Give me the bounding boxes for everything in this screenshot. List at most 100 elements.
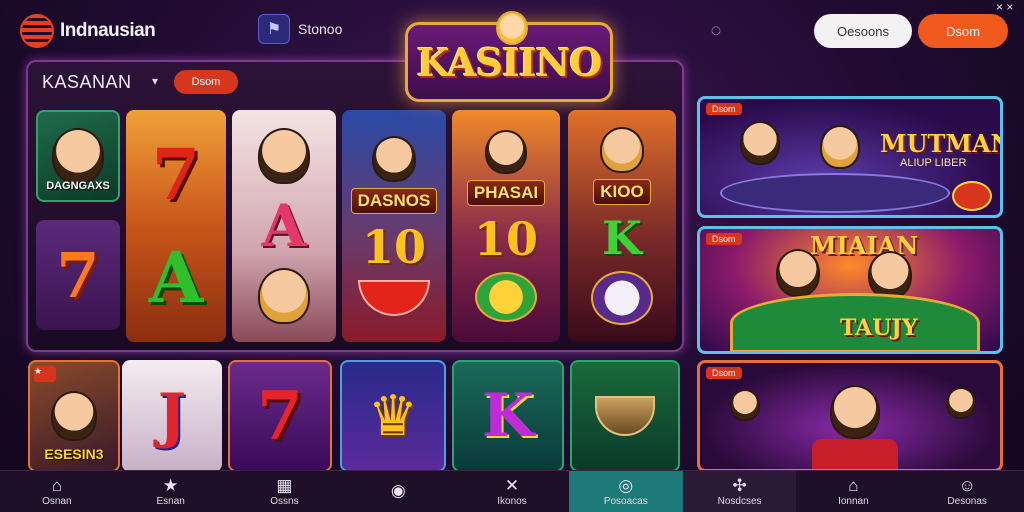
- reel-label: KIOO: [593, 179, 651, 205]
- reel-label: PHASAI: [466, 180, 546, 206]
- nav-item-support[interactable]: ☺ Desonas: [910, 471, 1024, 512]
- game-tile[interactable]: DAGNGAXS: [36, 110, 120, 202]
- store-label: Stonoo: [298, 21, 343, 37]
- chat-icon: ☺: [958, 475, 976, 495]
- tile-symbol: 10: [473, 212, 538, 266]
- game-tile[interactable]: K: [452, 360, 564, 472]
- promo-banner[interactable]: Dsom: [697, 360, 1003, 472]
- tile-symbol: 7: [257, 377, 303, 455]
- brand-name: Indnausian: [60, 20, 156, 41]
- pot-icon: [595, 396, 655, 436]
- brand[interactable]: Indnausian: [20, 14, 156, 48]
- coin-icon: [475, 272, 537, 322]
- portrait-icon: [258, 268, 310, 324]
- nav-label: Desonas: [947, 495, 987, 507]
- game-tile[interactable]: 7: [228, 360, 332, 472]
- nav-label: Nosdcses: [717, 495, 762, 507]
- nav-label: Ionnan: [838, 495, 869, 507]
- close-icon[interactable]: × ×: [996, 0, 1013, 14]
- nav-label: Esnan: [156, 495, 185, 507]
- nav-item-promotions[interactable]: ◎ Posoacas: [568, 471, 683, 512]
- tile-symbol: K: [481, 381, 535, 451]
- game-tile[interactable]: KIOO K: [568, 110, 676, 342]
- nav-item-games[interactable]: ▦ Ossns: [228, 471, 342, 512]
- tile-caption: DAGNGAXS: [46, 180, 110, 192]
- portrait-icon: [600, 127, 644, 173]
- brand-logo-icon: [20, 14, 54, 48]
- game-tile[interactable]: A: [232, 110, 336, 342]
- promo-tag: Dsom: [706, 233, 742, 245]
- mascot-icon: [496, 11, 528, 45]
- store-chip[interactable]: ⚑ Stonoo: [258, 14, 342, 44]
- game-tile[interactable]: [570, 360, 680, 472]
- nav-label: Ikonos: [497, 495, 527, 507]
- promo-title: MUTMANN: [880, 129, 1000, 158]
- tile-symbol: 7: [151, 133, 201, 216]
- promo-banner[interactable]: Dsom MUTMANN ALIUP LIBER: [697, 96, 1003, 218]
- game-tile[interactable]: DASNOS 10: [342, 110, 446, 342]
- logo-title: KASIINO: [416, 39, 603, 85]
- eye-icon: ◉: [390, 481, 406, 500]
- cross-icon: ✕: [504, 475, 520, 495]
- nav-label: Osnan: [42, 495, 72, 507]
- tile-symbol: 7: [56, 238, 100, 312]
- table-icon: [720, 173, 950, 213]
- dancer-icon: [730, 389, 760, 421]
- tile-symbol: J: [157, 381, 187, 451]
- dealer-icon: [776, 249, 820, 297]
- game-tile[interactable]: ★ ESESIN3: [28, 360, 120, 472]
- reel-label: DASNOS: [350, 188, 438, 214]
- slot-games-panel: KASANAN ▾ Dsom DAGNGAXS 7 7 A A DASNOS 1…: [26, 60, 684, 352]
- game-tile[interactable]: J: [122, 360, 222, 472]
- chip-icon: ◎: [618, 475, 634, 495]
- register-button[interactable]: Dsom: [918, 14, 1008, 48]
- search-icon[interactable]: ◌: [704, 18, 728, 42]
- game-tile[interactable]: 7 A: [126, 110, 226, 342]
- kasino-logo[interactable]: KASIINO: [405, 11, 613, 102]
- game-tile[interactable]: ♛: [340, 360, 446, 472]
- player-icon: [830, 385, 880, 439]
- deck-icon: ✣: [732, 475, 747, 495]
- game-tile[interactable]: 7: [36, 220, 120, 330]
- dealer-icon: [868, 251, 912, 299]
- login-button[interactable]: Oesoons: [814, 14, 912, 48]
- nav-label: Posoacas: [603, 495, 648, 507]
- nav-item-cards[interactable]: ✣ Nosdcses: [682, 471, 797, 512]
- tile-symbol: A: [261, 192, 307, 260]
- portrait-icon: [372, 136, 416, 182]
- nav-label: Ossns: [270, 495, 299, 507]
- star-icon: ★: [163, 475, 179, 495]
- house-icon: ⌂: [848, 475, 859, 495]
- portrait-icon: [51, 391, 97, 441]
- portrait-icon: [485, 130, 527, 174]
- chip-icon: [952, 181, 992, 211]
- portrait-icon: [258, 128, 310, 184]
- nav-item-lobby[interactable]: ⌂ Ionnan: [796, 471, 910, 512]
- grid-icon: ▦: [276, 475, 293, 495]
- nav-item-live[interactable]: ◉: [341, 471, 455, 512]
- tile-symbol: A: [148, 236, 204, 319]
- promo-tag: Dsom: [706, 103, 742, 115]
- bottom-nav: ⌂ Osnan ★ Esnan ▦ Ossns ◉ ✕ Ikonos ◎ Posoacas…: [0, 470, 1024, 512]
- promo-banner[interactable]: Dsom MIAIAN TAUJY: [697, 226, 1003, 354]
- promo-tag: Dsom: [706, 367, 742, 379]
- player-body-icon: [812, 439, 898, 469]
- tile-symbol: K: [602, 211, 642, 265]
- nav-item-sports[interactable]: ✕ Ikonos: [455, 471, 569, 512]
- dancer-icon: [946, 387, 976, 419]
- crown-icon: ♛: [367, 384, 419, 447]
- nav-item-home[interactable]: ⌂ Osnan: [0, 471, 114, 512]
- home-icon: ⌂: [51, 475, 63, 495]
- portrait-icon: [52, 128, 104, 184]
- hot-tag: ★: [34, 366, 56, 382]
- promo-subtitle: ALIUP LIBER: [900, 157, 967, 169]
- panel-title: KASANAN: [42, 72, 132, 92]
- cloud-orb-icon: [591, 271, 653, 325]
- store-icon: ⚑: [258, 14, 290, 44]
- game-tile[interactable]: PHASAI 10: [452, 110, 560, 342]
- dealer-icon: [740, 121, 780, 165]
- heart-bowl-icon: [358, 280, 430, 316]
- nav-item-favorites[interactable]: ★ Esnan: [114, 471, 228, 512]
- chevron-down-icon[interactable]: ▾: [152, 74, 158, 88]
- panel-badge[interactable]: Dsom: [174, 70, 238, 94]
